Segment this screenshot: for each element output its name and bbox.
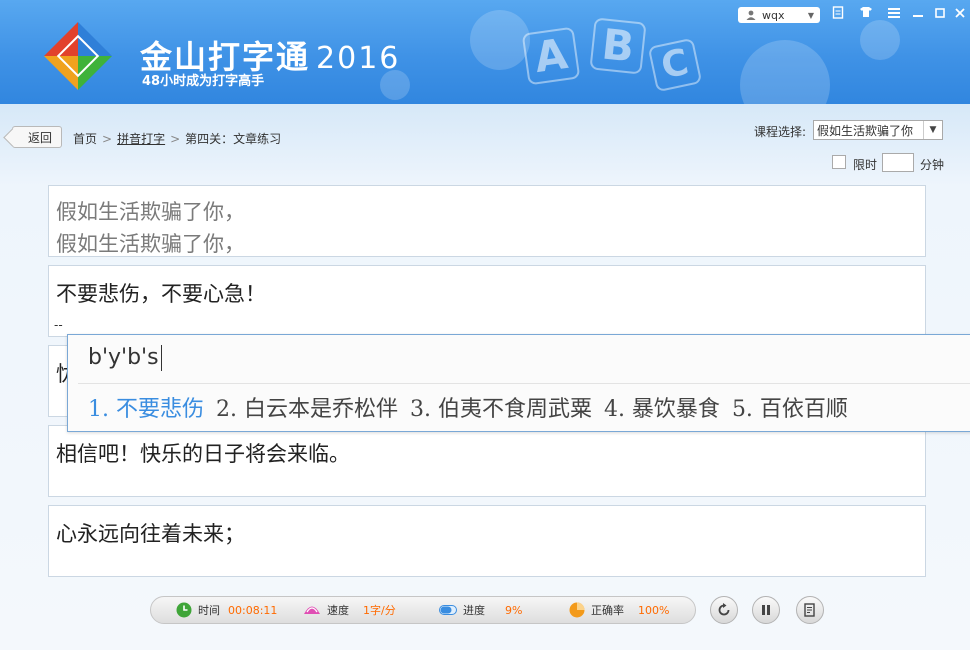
report-button[interactable]	[796, 596, 824, 624]
speed-icon	[304, 606, 320, 614]
source-text: 假如生活欺骗了你，	[56, 200, 245, 224]
breadcrumb-pinyin[interactable]: 拼音打字	[117, 132, 165, 146]
course-select[interactable]: 假如生活欺骗了你 ▼	[813, 120, 943, 140]
ime-candidate[interactable]: 5. 百依百顺	[732, 397, 848, 422]
ime-composition: b'y'b's	[88, 345, 162, 371]
bubble-decoration	[470, 10, 530, 70]
course-label: 课程选择:	[754, 125, 807, 139]
source-text: 不要悲伤，不要心急！	[56, 282, 266, 306]
report-icon	[804, 603, 815, 617]
stat-speed-label: 速度	[327, 604, 349, 617]
ime-candidate-window: b'y'b's 1. 不要悲伤 2. 白云本是乔松伴 3. 伯夷不食周武粟 4. 暴饮…	[67, 334, 970, 432]
breadcrumb-home[interactable]: 首页	[73, 132, 97, 146]
breadcrumb-current: 第四关：文章练习	[185, 132, 282, 146]
bubble-decoration	[860, 20, 900, 60]
stat-accuracy-label: 正确率	[591, 604, 624, 617]
stat-progress-label: 进度	[463, 604, 485, 617]
course-select-value: 假如生活欺骗了你	[817, 123, 914, 138]
restore-icon[interactable]	[930, 6, 950, 24]
ime-composition-text: b'y'b's	[88, 345, 159, 370]
typed-text: 假如生活欺骗了你，	[56, 232, 245, 256]
ime-candidate[interactable]: 3. 伯夷不食周武粟	[410, 397, 592, 422]
chevron-down-icon: ▼	[923, 121, 942, 139]
brand-year: 2016	[316, 41, 401, 76]
time-limit-input[interactable]	[882, 153, 914, 172]
typed-text: --	[54, 318, 63, 332]
back-button[interactable]: 返回	[12, 126, 62, 148]
ime-divider	[78, 383, 970, 384]
ime-candidate[interactable]: 2. 白云本是乔松伴	[216, 397, 398, 422]
stat-progress-value: 9%	[505, 603, 523, 617]
practice-line[interactable]: 假如生活欺骗了你， 假如生活欺骗了你，	[48, 185, 926, 257]
source-text: 心永远向往着未来；	[56, 522, 245, 546]
restart-icon	[718, 603, 730, 616]
practice-line[interactable]: 相信吧！快乐的日子将会来临。	[48, 425, 926, 497]
practice-line[interactable]: 心永远向往着未来；	[48, 505, 926, 577]
time-limit-checkbox[interactable]	[832, 155, 846, 169]
decor-letter-b: B	[589, 17, 647, 75]
stat-accuracy-value: 100%	[638, 603, 670, 617]
restart-button[interactable]	[710, 596, 738, 624]
stat-time-value: 00:08:11	[228, 603, 278, 617]
username: wqx	[762, 8, 785, 22]
breadcrumb-separator: >	[170, 132, 181, 146]
stat-speed: 速度 1字/分	[303, 597, 396, 623]
chevron-down-icon: ▼	[807, 10, 814, 20]
breadcrumb-separator: >	[102, 132, 113, 146]
breadcrumb: 首页 > 拼音打字 > 第四关：文章练习	[73, 130, 281, 147]
stat-speed-value: 1字/分	[363, 604, 396, 617]
user-icon	[746, 10, 756, 20]
ime-candidate-list: 1. 不要悲伤 2. 白云本是乔松伴 3. 伯夷不食周武粟 4. 暴饮暴食 5. 百依百…	[88, 391, 860, 423]
source-text: 相信吧！快乐的日子将会来临。	[56, 442, 350, 466]
decor-letter-c: C	[647, 37, 703, 93]
stat-time-label: 时间	[198, 604, 220, 617]
time-limit-label: 限时	[853, 158, 878, 172]
pie-icon	[569, 602, 585, 618]
minimize-icon[interactable]	[908, 6, 928, 24]
app-logo	[44, 22, 112, 90]
skin-icon[interactable]	[828, 6, 848, 24]
menu-icon[interactable]	[884, 6, 904, 24]
clock-icon	[176, 602, 192, 618]
stat-progress: 进度 9%	[439, 597, 522, 623]
pause-icon	[762, 605, 770, 615]
stat-accuracy: 正确率 100%	[569, 597, 669, 623]
progress-icon	[439, 605, 457, 615]
close-icon[interactable]	[950, 6, 970, 24]
app-slogan: 48小时成为打字高手	[142, 74, 265, 89]
text-caret	[160, 345, 162, 371]
stats-bar: 时间 00:08:11 速度 1字/分 进度 9% 正确率 100%	[150, 596, 696, 624]
time-limit-unit: 分钟	[920, 158, 945, 172]
bubble-decoration	[740, 40, 830, 104]
shirt-icon[interactable]	[856, 6, 876, 24]
stat-time: 时间 00:08:11	[176, 597, 277, 623]
ime-candidate[interactable]: 1. 不要悲伤	[88, 397, 204, 422]
ime-candidate[interactable]: 4. 暴饮暴食	[604, 397, 720, 422]
practice-line-active[interactable]: 不要悲伤，不要心急！ --	[48, 265, 926, 337]
app-header: 金山打字通 2016 48小时成为打字高手 A B C wqx ▼	[0, 0, 970, 104]
pause-button[interactable]	[752, 596, 780, 624]
user-menu[interactable]: wqx ▼	[738, 7, 820, 23]
decor-letter-a: A	[521, 26, 581, 86]
